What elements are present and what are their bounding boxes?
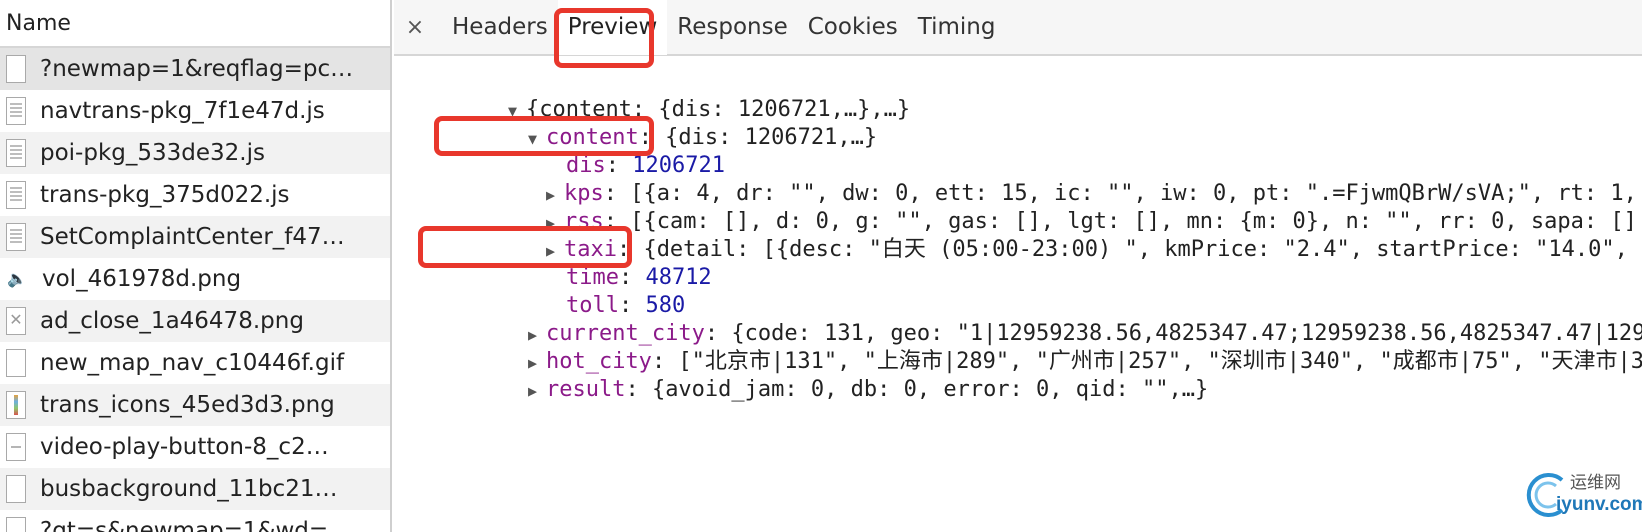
json-result-node[interactable]: ▶ result: {avoid_jam: 0, db: 0, error: 0,… bbox=[422, 348, 1208, 402]
json-preview: ▼ {content: {dis: 1206721,…},…} ▼ content:… bbox=[394, 58, 1642, 532]
json-rss-node[interactable]: ▶ rss: [{cam: [], d: 0, g: "", gas: [], l… bbox=[440, 180, 1637, 234]
request-name: vol_461978d.png bbox=[42, 266, 242, 292]
request-detail-panel: × Headers Preview Response Cookies Timin… bbox=[394, 0, 1642, 532]
watermark-chinese-text: 运维网 bbox=[1570, 473, 1621, 493]
detail-tab-strip: × Headers Preview Response Cookies Timin… bbox=[394, 0, 1642, 68]
request-row[interactable]: ?qt=s&newmap=1&wd=… bbox=[0, 510, 390, 532]
json-key: result bbox=[545, 377, 626, 402]
json-current-city-node[interactable]: ▶ current_city: {code: 131, geo: "1|12959… bbox=[422, 292, 1642, 346]
close-icon[interactable]: × bbox=[404, 15, 426, 40]
document-icon bbox=[6, 517, 26, 532]
watermark-url-text: iyunv.com bbox=[1556, 494, 1642, 515]
tab-timing[interactable]: Timing bbox=[908, 0, 1006, 55]
tab-cookies[interactable]: Cookies bbox=[798, 0, 908, 55]
dash-image-icon bbox=[6, 433, 26, 461]
request-name: trans-pkg_375d022.js bbox=[40, 182, 290, 208]
script-file-icon bbox=[6, 181, 26, 209]
request-name: trans_icons_45ed3d3.png bbox=[40, 392, 335, 418]
request-row[interactable]: navtrans-pkg_7f1e47d.js bbox=[0, 90, 390, 132]
request-row[interactable]: ad_close_1a46478.png bbox=[0, 300, 390, 342]
request-name: poi-pkg_533de32.js bbox=[40, 140, 265, 166]
request-row[interactable]: poi-pkg_533de32.js bbox=[0, 132, 390, 174]
devtools-network-panel: Name ?newmap=1&reqflag=pc… navtrans-pkg_… bbox=[0, 0, 1642, 532]
json-summary: : {detail: [{desc: "白天 (05:00-23:00) ", … bbox=[616, 237, 1642, 262]
document-icon bbox=[6, 349, 26, 377]
json-kps-node[interactable]: ▶ kps: [{a: 4, dr: "", dw: 0, ett: 15, ic… bbox=[440, 152, 1637, 206]
name-column-header[interactable]: Name bbox=[0, 0, 390, 48]
request-row[interactable]: trans-pkg_375d022.js bbox=[0, 174, 390, 216]
request-row[interactable]: SetComplaintCenter_f47… bbox=[0, 216, 390, 258]
tab-response[interactable]: Response bbox=[667, 0, 797, 55]
json-hot-city-node[interactable]: ▶ hot_city: ["北京市|131", "上海市|289", "广州市|2… bbox=[422, 320, 1642, 374]
request-row[interactable]: new_map_nav_c10446f.gif bbox=[0, 342, 390, 384]
time-highlight-box bbox=[418, 226, 632, 268]
script-file-icon bbox=[6, 223, 26, 251]
request-row[interactable]: trans_icons_45ed3d3.png bbox=[0, 384, 390, 426]
request-name: ad_close_1a46478.png bbox=[40, 308, 304, 334]
request-name: busbackground_11bc21… bbox=[40, 476, 338, 502]
request-row[interactable]: busbackground_11bc21… bbox=[0, 468, 390, 510]
request-name: SetComplaintCenter_f47… bbox=[40, 224, 345, 250]
document-icon bbox=[6, 475, 26, 503]
site-watermark: 运维网 iyunv.com bbox=[1522, 466, 1642, 524]
request-list-panel: Name ?newmap=1&reqflag=pc… navtrans-pkg_… bbox=[0, 0, 392, 532]
document-icon bbox=[6, 55, 26, 83]
collapsed-triangle-icon[interactable]: ▶ bbox=[528, 377, 546, 405]
dis-highlight-box bbox=[434, 116, 654, 156]
speaker-image-icon: 🔈 bbox=[6, 265, 28, 293]
json-summary: : {avoid_jam: 0, db: 0, error: 0, qid: "… bbox=[625, 377, 1209, 402]
request-row[interactable]: 🔈 vol_461978d.png bbox=[0, 258, 390, 300]
request-name: new_map_nav_c10446f.gif bbox=[40, 350, 345, 376]
tab-headers[interactable]: Headers bbox=[442, 0, 558, 55]
request-name: ?qt=s&newmap=1&wd=… bbox=[40, 518, 352, 532]
script-file-icon bbox=[6, 97, 26, 125]
script-file-icon bbox=[6, 139, 26, 167]
request-row[interactable]: ?newmap=1&reqflag=pc… bbox=[0, 48, 390, 90]
close-image-icon bbox=[6, 307, 26, 335]
request-row[interactable]: video-play-button-8_c2… bbox=[0, 426, 390, 468]
json-root-node[interactable]: ▼ {content: {dis: 1206721,…},…} bbox=[402, 68, 910, 122]
request-name: ?newmap=1&reqflag=pc… bbox=[40, 56, 354, 82]
json-toll-row: toll: 580 bbox=[565, 293, 686, 318]
sprite-image-icon bbox=[6, 391, 26, 419]
request-name: navtrans-pkg_7f1e47d.js bbox=[40, 98, 325, 124]
request-name: video-play-button-8_c2… bbox=[40, 434, 329, 460]
